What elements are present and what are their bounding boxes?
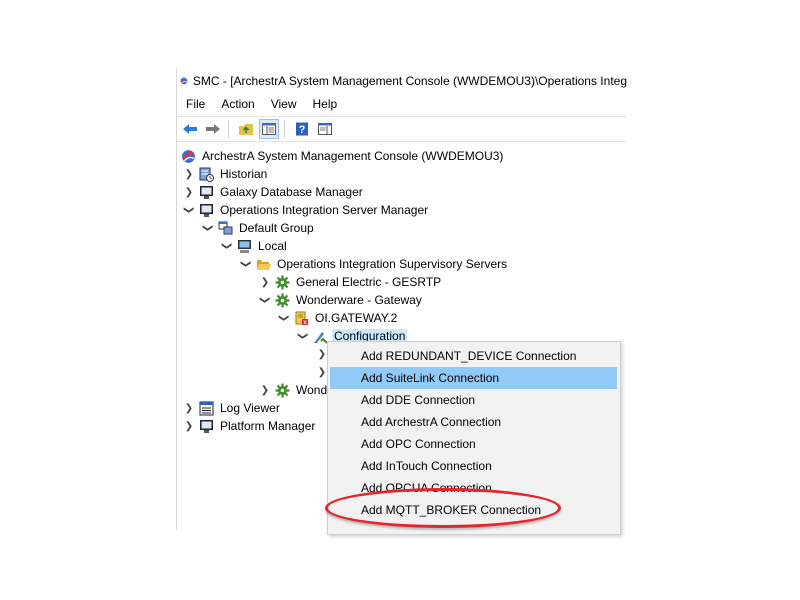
- tree-item-local[interactable]: ❯ Local: [221, 237, 289, 255]
- chevron-right-icon[interactable]: ❯: [259, 273, 271, 291]
- platform-manager-icon: [200, 419, 213, 433]
- log-viewer-icon: [199, 401, 214, 415]
- tree-item-label: Wonderware - Gateway: [296, 293, 422, 307]
- menu-item-label: Add OPC Connection: [361, 437, 476, 451]
- gear-icon: [275, 383, 290, 397]
- tree-item-ois-manager[interactable]: ❯ Operations Integration Server Manager: [183, 201, 430, 219]
- tree-item-oi-gateway[interactable]: ❯ x OI.GATEWAY.2: [278, 309, 399, 327]
- tree-item-wonderware-other[interactable]: ❯ Wond: [259, 381, 329, 399]
- server-manager-icon: [200, 203, 213, 217]
- computer-icon: [238, 239, 251, 253]
- menu-item-add-dde[interactable]: Add DDE Connection: [330, 389, 617, 411]
- tree-item-label: ArchestrA System Management Console (WWD…: [202, 149, 504, 163]
- toolbar: ?: [177, 116, 627, 142]
- tree-item-label: Operations Integration Server Manager: [220, 203, 429, 217]
- tree-item-historian[interactable]: ❯ Historian: [183, 165, 269, 183]
- menu-help[interactable]: Help: [304, 97, 345, 111]
- show-hide-action-pane-icon: [318, 123, 332, 135]
- back-arrow-icon: [183, 124, 197, 134]
- chevron-down-icon[interactable]: ❯: [275, 312, 293, 324]
- chevron-right-icon[interactable]: ❯: [183, 165, 195, 183]
- annotation-highlight-oval: [325, 488, 561, 528]
- chevron-right-icon[interactable]: ❯: [183, 417, 195, 435]
- menu-item-add-intouch[interactable]: Add InTouch Connection: [330, 455, 617, 477]
- configuration-icon: [314, 331, 328, 344]
- chevron-right-icon[interactable]: ❯: [259, 381, 271, 399]
- menu-item-add-archestra[interactable]: Add ArchestrA Connection: [330, 411, 617, 433]
- show-hide-tree-button[interactable]: [259, 119, 279, 139]
- tree-item-label: Historian: [220, 167, 268, 181]
- menu-item-add-suitelink[interactable]: Add SuiteLink Connection: [330, 367, 617, 389]
- server-instance-icon: x: [295, 311, 308, 326]
- tree-item-label: OI.GATEWAY.2: [315, 311, 398, 325]
- toolbar-separator: [228, 120, 229, 138]
- open-folder-icon: [257, 259, 271, 270]
- chevron-down-icon[interactable]: ❯: [180, 204, 198, 216]
- title-bar: SMC - [ArchestrA System Management Conso…: [177, 68, 627, 94]
- tree-item-label: Platform Manager: [220, 419, 316, 433]
- up-level-button[interactable]: [236, 119, 256, 139]
- gear-icon: [275, 293, 290, 307]
- tree-item-label: Default Group: [239, 221, 314, 235]
- chevron-down-icon[interactable]: ❯: [237, 258, 255, 270]
- menu-item-add-opc[interactable]: Add OPC Connection: [330, 433, 617, 455]
- menu-action[interactable]: Action: [212, 97, 261, 111]
- historian-server-icon: [199, 167, 214, 182]
- toolbar-separator: [284, 120, 285, 138]
- tree-item-label: Operations Integration Supervisory Serve…: [277, 257, 508, 271]
- menu-file[interactable]: File: [177, 97, 212, 111]
- help-button[interactable]: ?: [292, 119, 312, 139]
- forward-arrow-icon: [206, 124, 220, 134]
- database-manager-icon: [200, 185, 213, 199]
- chevron-down-icon[interactable]: ❯: [218, 240, 236, 252]
- forward-button[interactable]: [203, 119, 223, 139]
- chevron-down-icon[interactable]: ❯: [256, 294, 274, 306]
- menu-item-label: Add SuiteLink Connection: [361, 371, 500, 385]
- chevron-right-icon[interactable]: ❯: [183, 183, 195, 201]
- smc-app-icon: [182, 149, 195, 163]
- menu-item-label: Add REDUNDANT_DEVICE Connection: [361, 349, 577, 363]
- tree-item-wonderware-gateway[interactable]: ❯ Wonderware - Gateway: [259, 291, 424, 309]
- show-hide-console-tree-icon: [262, 123, 276, 135]
- tree-item-label: Wond: [296, 383, 328, 397]
- tree-item-log-viewer[interactable]: ❯ Log Viewer: [183, 399, 282, 417]
- tree-item-label: Galaxy Database Manager: [220, 185, 363, 199]
- tree-item-root[interactable]: ArchestrA System Management Console (WWD…: [181, 147, 505, 165]
- back-button[interactable]: [180, 119, 200, 139]
- up-folder-icon: [239, 124, 253, 135]
- chevron-right-icon[interactable]: ❯: [183, 399, 195, 417]
- action-pane-button[interactable]: [315, 119, 335, 139]
- chevron-down-icon[interactable]: ❯: [199, 222, 217, 234]
- menu-bar: File Action View Help: [177, 94, 627, 114]
- menu-item-label: Add InTouch Connection: [361, 459, 492, 473]
- chevron-down-icon[interactable]: ❯: [294, 330, 312, 342]
- tree-item-platform-manager[interactable]: ❯ Platform Manager: [183, 417, 317, 435]
- gear-icon: [275, 275, 290, 289]
- window-title: SMC - [ArchestrA System Management Conso…: [192, 74, 627, 88]
- tree-item-supervisory-servers[interactable]: ❯ Operations Integration Supervisory Ser…: [240, 255, 509, 273]
- tree-item-general-electric[interactable]: ❯ General Electric - GESRTP: [259, 273, 443, 291]
- tree-item-label: Local: [258, 239, 287, 253]
- tree-item-galaxy-db[interactable]: ❯ Galaxy Database Manager: [183, 183, 365, 201]
- menu-item-add-redundant-device[interactable]: Add REDUNDANT_DEVICE Connection: [330, 345, 617, 367]
- tree-item-default-group[interactable]: ❯ Default Group: [202, 219, 316, 237]
- svg-text:?: ?: [299, 124, 306, 136]
- menu-view[interactable]: View: [262, 97, 304, 111]
- tree-item-label: General Electric - GESRTP: [296, 275, 442, 289]
- smc-app-icon: [180, 77, 188, 85]
- help-icon: ?: [296, 122, 308, 136]
- tree-item-label: Log Viewer: [220, 401, 280, 415]
- menu-item-label: Add DDE Connection: [361, 393, 476, 407]
- group-icon: [218, 221, 233, 234]
- menu-item-label: Add ArchestrA Connection: [361, 415, 502, 429]
